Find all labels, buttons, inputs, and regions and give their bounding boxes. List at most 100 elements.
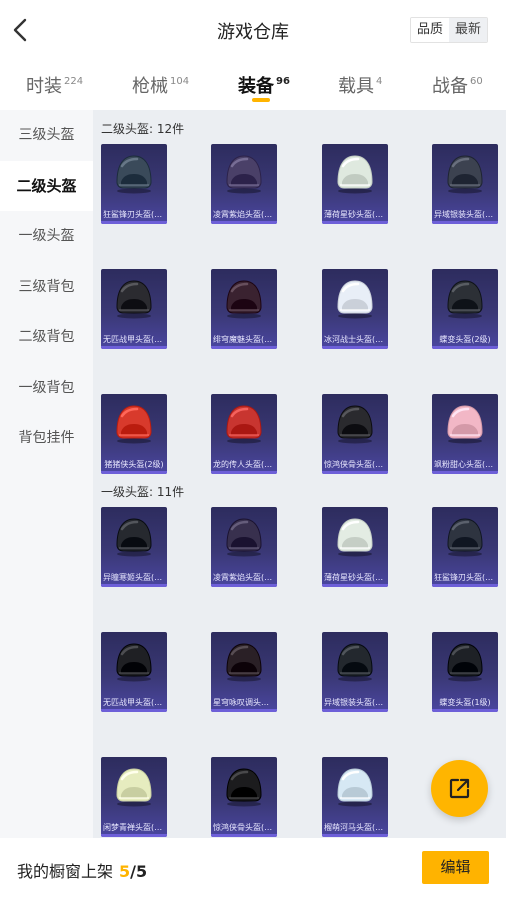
helmet-demon-icon [226, 280, 262, 319]
inventory-item[interactable]: 无匹战甲头盔(1级) [101, 632, 167, 712]
item-label: 星穹咏叹调头盔(1级) [213, 698, 275, 707]
tab-count: 104 [170, 76, 190, 87]
helmet-silver-icon [447, 155, 483, 194]
sidebar-item-backpack-charm[interactable]: 背包挂件 [0, 413, 93, 464]
helmet-swift-icon [226, 768, 262, 807]
sidebar-item-helmet-lv2[interactable]: 二级头盔 [0, 160, 93, 211]
inventory-item[interactable]: 绯穹魔魅头盔(2级) [211, 269, 277, 349]
item-label: 蝶变头盔(1级) [439, 698, 491, 707]
inventory-item[interactable]: 冰河战士头盔(2级) [322, 269, 388, 349]
item-label: 蝶变头盔(2级) [439, 335, 491, 344]
sidebar-item-helmet-lv3[interactable]: 三级头盔 [0, 110, 93, 161]
helmet-swift-icon [337, 405, 373, 444]
showcase-label: 我的橱窗上架 [17, 862, 114, 881]
showcase-current-count: 5 [119, 862, 131, 881]
tab-count: 224 [64, 76, 84, 87]
item-label: 龙的传人头盔(2级) [213, 460, 275, 469]
showcase-status: 我的橱窗上架 5/5 [17, 858, 147, 882]
item-label: 异域银装头盔(2级) [434, 210, 496, 219]
item-label: 冰河战士头盔(2级) [324, 335, 386, 344]
tab-combat-gear[interactable]: 战备 60 [432, 72, 483, 98]
helmet-mint-icon [337, 518, 373, 557]
inventory-item[interactable]: 异瞳寒姬头盔(1级) [101, 507, 167, 587]
item-label: 凌霄紫焰头盔(1级) [213, 573, 275, 582]
sidebar-item-backpack-lv2[interactable]: 二级背包 [0, 312, 93, 363]
helmet-purple-icon [226, 155, 262, 194]
tab-label: 载具 [338, 76, 374, 97]
sidebar-item-backpack-lv1[interactable]: 一级背包 [0, 363, 93, 414]
inventory-item[interactable]: 异域银装头盔(2级) [432, 144, 498, 224]
tab-vehicles[interactable]: 载具 4 [338, 72, 382, 98]
helmet-pig-icon [116, 405, 152, 444]
sidebar-item-helmet-lv1[interactable]: 一级头盔 [0, 211, 93, 262]
section-title-helmet-lv1: 一级头盔: 11件 [101, 485, 185, 499]
app-header: 游戏仓库 品质 最新 [0, 0, 506, 60]
inventory-item[interactable]: 惊鸿侠骨头盔(1级) [211, 757, 277, 837]
item-label: 猪猪侠头盔(2级) [104, 460, 164, 469]
item-label: 无匹战甲头盔(1级) [103, 698, 165, 707]
inventory-item[interactable]: 龙的传人头盔(2级) [211, 394, 277, 474]
tab-label: 时装 [26, 76, 62, 97]
sort-by-quality-button[interactable]: 品质 [410, 18, 449, 42]
inventory-item[interactable]: 星穹咏叹调头盔(1级) [211, 632, 277, 712]
tab-equipment[interactable]: 装备 96 [238, 72, 290, 98]
tab-fashion[interactable]: 时装 224 [26, 72, 83, 98]
section-title-helmet-lv2: 二级头盔: 12件 [101, 122, 185, 136]
helmet-armor-icon [116, 280, 152, 319]
item-label: 榴萌河马头盔(1级) [324, 823, 386, 832]
showcase-total-count: /5 [130, 862, 148, 881]
tab-count: 96 [276, 76, 290, 87]
inventory-item[interactable]: 凌霄紫焰头盔(1级) [211, 507, 277, 587]
inventory-item[interactable]: 凌霄紫焰头盔(2级) [211, 144, 277, 224]
edit-button[interactable]: 编辑 [422, 851, 489, 884]
inventory-item[interactable]: 蝶变头盔(2级) [432, 269, 498, 349]
item-label: 狂鲨锋刃头盔(2级) [103, 210, 165, 219]
helmet-hippo-icon [337, 768, 373, 807]
item-label: 惊鸿侠骨头盔(1级) [213, 823, 275, 832]
tab-count: 60 [470, 76, 483, 87]
item-label: 薄荷星砂头盔(2级) [324, 210, 386, 219]
item-grid: 二级头盔: 12件 狂鲨锋刃头盔(2级) 凌霄紫焰头盔(2级) 薄荷星砂头盔(2级)… [93, 110, 506, 838]
inventory-item[interactable]: 薄荷星砂头盔(2级) [322, 144, 388, 224]
tab-count: 4 [376, 76, 383, 87]
item-label: 凌霄紫焰头盔(2级) [213, 210, 275, 219]
inventory-item[interactable]: 异域银装头盔(1级) [322, 632, 388, 712]
inventory-item[interactable]: 蝶变头盔(1级) [432, 632, 498, 712]
helmet-mint-icon [337, 155, 373, 194]
inventory-item[interactable]: 薄荷星砂头盔(1级) [322, 507, 388, 587]
tab-label: 枪械 [132, 76, 168, 97]
inventory-item[interactable]: 闲梦青禅头盔(1级) [101, 757, 167, 837]
helmet-frost-icon [116, 518, 152, 557]
category-tabs: 时装 224 枪械 104 装备 96 载具 4 战备 60 [0, 60, 506, 110]
helmet-shark-icon [116, 155, 152, 194]
inventory-item[interactable]: 榴萌河马头盔(1级) [322, 757, 388, 837]
inventory-item[interactable]: 狂鲨锋刃头盔(2级) [101, 144, 167, 224]
item-label: 绯穹魔魅头盔(2级) [213, 335, 275, 344]
item-label: 薄荷星砂头盔(1级) [324, 573, 386, 582]
item-label: 狂鲨锋刃头盔(1级) [434, 573, 496, 582]
active-tab-indicator [252, 98, 270, 102]
inventory-item[interactable]: 惊鸿侠骨头盔(2级) [322, 394, 388, 474]
share-export-button[interactable] [431, 760, 488, 817]
share-export-icon [449, 778, 470, 799]
helmet-shark-icon [447, 518, 483, 557]
helmet-purple-icon [226, 518, 262, 557]
inventory-item[interactable]: 无匹战甲头盔(2级) [101, 269, 167, 349]
sort-by-latest-button[interactable]: 最新 [448, 18, 487, 42]
helmet-armor-icon [116, 643, 152, 682]
item-label: 闲梦青禅头盔(1级) [103, 823, 165, 832]
showcase-footer: 我的橱窗上架 5/5 编辑 [0, 838, 506, 897]
sidebar: 三级头盔 二级头盔 一级头盔 三级背包 二级背包 一级背包 背包挂件 [0, 110, 93, 838]
inventory-item[interactable]: 狂鲨锋刃头盔(1级) [432, 507, 498, 587]
item-label: 无匹战甲头盔(2级) [103, 335, 165, 344]
sidebar-item-backpack-lv3[interactable]: 三级背包 [0, 262, 93, 313]
inventory-item[interactable]: 猪猪侠头盔(2级) [101, 394, 167, 474]
helmet-dragon-icon [226, 405, 262, 444]
helmet-butterfly-icon [447, 643, 483, 682]
helmet-zen-icon [116, 768, 152, 807]
tab-firearms[interactable]: 枪械 104 [132, 72, 189, 98]
inventory-item[interactable]: 飒粉甜心头盔(2级) [432, 394, 498, 474]
helmet-aria-icon [226, 643, 262, 682]
item-label: 惊鸿侠骨头盔(2级) [324, 460, 386, 469]
sort-toggle: 品质 最新 [409, 17, 488, 43]
